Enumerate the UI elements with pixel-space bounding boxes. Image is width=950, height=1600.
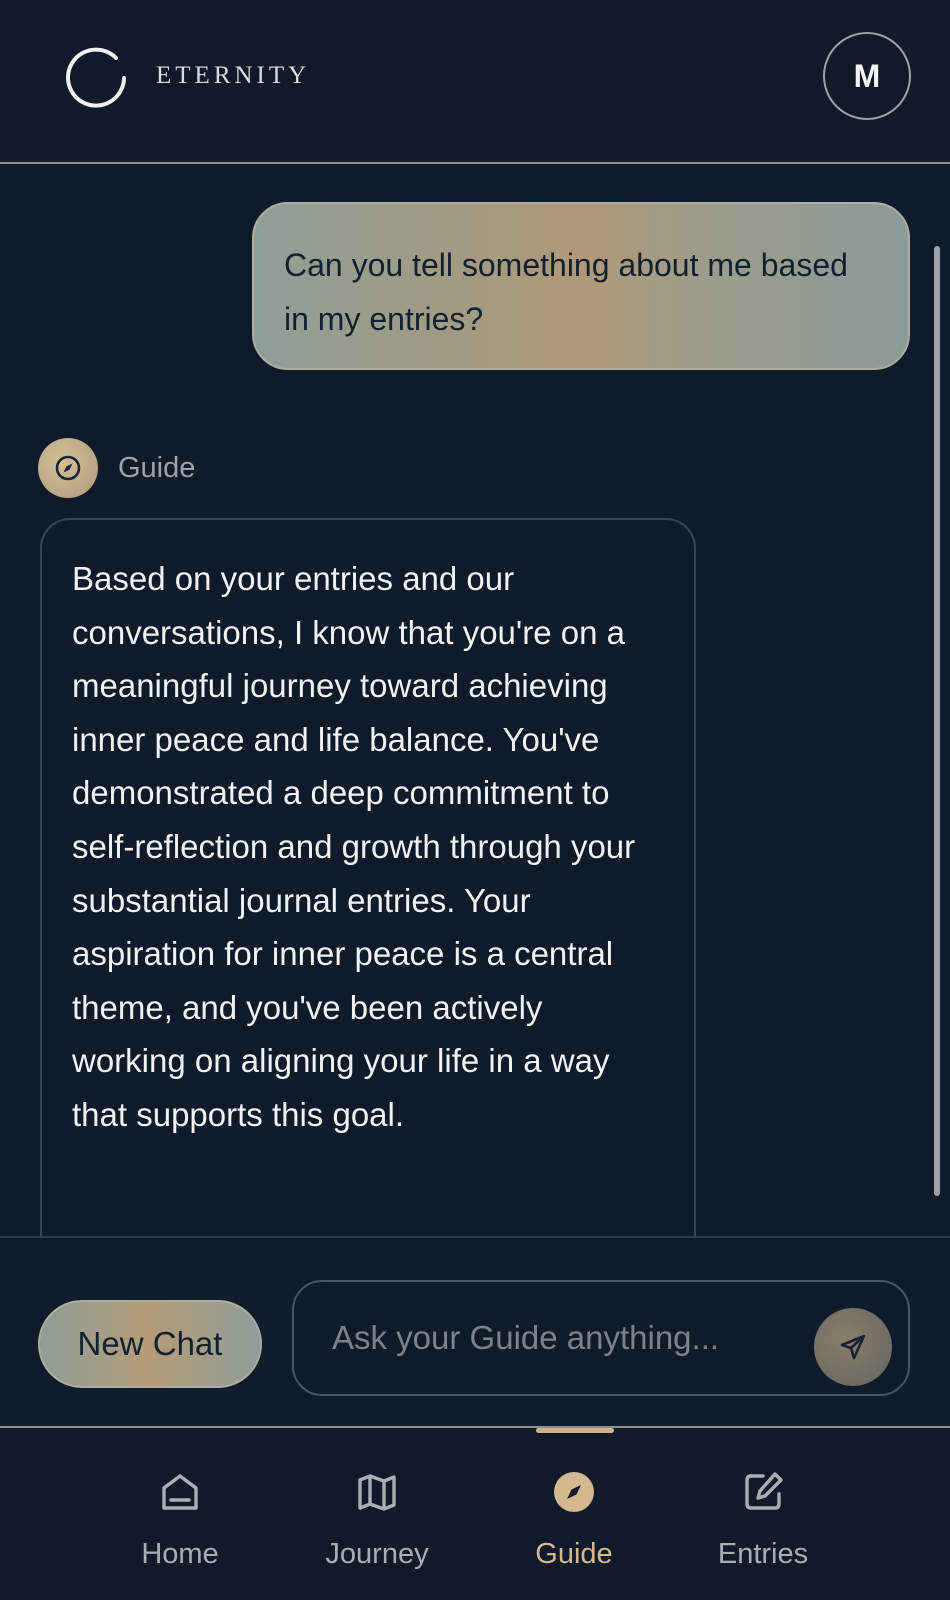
new-chat-button[interactable]: New Chat bbox=[38, 1300, 262, 1388]
ask-input[interactable] bbox=[332, 1310, 792, 1366]
guide-message-bubble: Based on your entries and our conversati… bbox=[40, 518, 696, 1236]
home-icon bbox=[156, 1468, 204, 1516]
send-button[interactable] bbox=[814, 1308, 892, 1386]
nav-label-entries: Entries bbox=[717, 1538, 809, 1570]
logo-icon bbox=[64, 44, 128, 108]
nav-label-journey: Journey bbox=[325, 1538, 429, 1570]
guide-name-label: Guide bbox=[118, 451, 196, 484]
nav-label-guide: Guide bbox=[535, 1538, 613, 1570]
edit-icon bbox=[739, 1468, 787, 1516]
brand-name: ETERNITY bbox=[156, 62, 311, 89]
composer: New Chat bbox=[0, 1236, 950, 1426]
nav-item-entries[interactable]: Entries bbox=[683, 1468, 843, 1578]
send-icon bbox=[837, 1331, 869, 1363]
nav-item-journey[interactable]: Journey bbox=[297, 1468, 457, 1578]
compass-icon bbox=[550, 1468, 598, 1516]
bottom-nav: Home Journey Guide Entries bbox=[0, 1426, 950, 1600]
chat-scrollbar[interactable] bbox=[934, 246, 940, 1196]
nav-label-home: Home bbox=[141, 1538, 219, 1570]
compass-icon bbox=[54, 454, 82, 482]
chat-area[interactable]: Can you tell something about me based in… bbox=[0, 166, 950, 1236]
profile-avatar-button[interactable]: M bbox=[823, 32, 911, 120]
nav-item-home[interactable]: Home bbox=[100, 1468, 260, 1578]
user-message-bubble: Can you tell something about me based in… bbox=[252, 202, 910, 370]
app-root: ETERNITY M Can you tell something about … bbox=[0, 0, 950, 1600]
header: ETERNITY M bbox=[0, 0, 950, 164]
active-tab-indicator bbox=[536, 1428, 614, 1433]
guide-avatar bbox=[38, 438, 98, 498]
map-icon bbox=[353, 1468, 401, 1516]
guide-header: Guide bbox=[38, 438, 195, 498]
nav-item-guide[interactable]: Guide bbox=[494, 1468, 654, 1578]
ask-input-container bbox=[292, 1280, 910, 1396]
